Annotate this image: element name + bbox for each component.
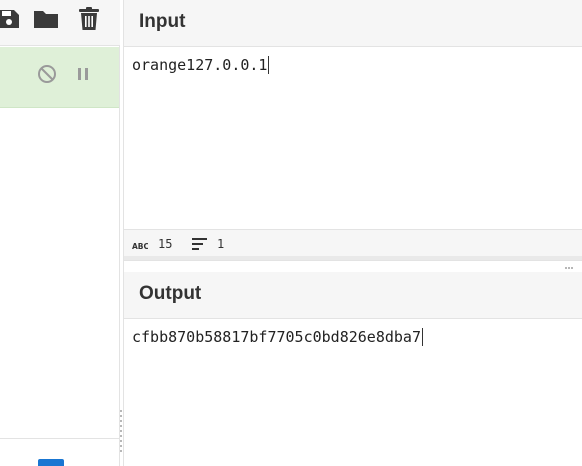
output-title: Output bbox=[139, 283, 202, 304]
input-textarea[interactable]: orange127.0.0.1 bbox=[132, 56, 270, 74]
pause-icon[interactable] bbox=[72, 63, 94, 85]
length-icon: ABC bbox=[132, 238, 150, 256]
svg-text:ABC: ABC bbox=[132, 242, 148, 251]
app-root: Input orange127.0.0.1 ABC 15 1 Output cf… bbox=[0, 0, 582, 466]
input-length: 15 bbox=[158, 237, 173, 251]
output-value: cfbb870b58817bf7705c0bd826e8dba7 bbox=[132, 328, 421, 346]
input-header: Input bbox=[124, 0, 582, 47]
recipe-toolbar bbox=[0, 0, 120, 46]
output-header: Output bbox=[124, 272, 582, 319]
recipe-pane bbox=[0, 0, 120, 466]
input-title: Input bbox=[139, 11, 186, 32]
input-status-bar: ABC 15 1 bbox=[124, 229, 582, 256]
input-lines: 1 bbox=[217, 237, 225, 251]
bake-button[interactable] bbox=[38, 459, 64, 466]
row-resize-handle[interactable] bbox=[124, 256, 582, 269]
io-pane: Input orange127.0.0.1 ABC 15 1 Output cf… bbox=[123, 0, 582, 466]
output-textarea[interactable]: cfbb870b58817bf7705c0bd826e8dba7 bbox=[132, 328, 423, 346]
disable-icon[interactable] bbox=[36, 63, 58, 85]
output-caret bbox=[421, 328, 423, 346]
input-value: orange127.0.0.1 bbox=[132, 56, 268, 74]
folder-icon[interactable] bbox=[33, 6, 59, 32]
recipe-operation-row[interactable] bbox=[0, 47, 119, 108]
trash-icon[interactable] bbox=[76, 6, 102, 32]
save-icon[interactable] bbox=[0, 6, 22, 32]
input-caret bbox=[268, 56, 270, 74]
lines-icon bbox=[192, 237, 208, 256]
